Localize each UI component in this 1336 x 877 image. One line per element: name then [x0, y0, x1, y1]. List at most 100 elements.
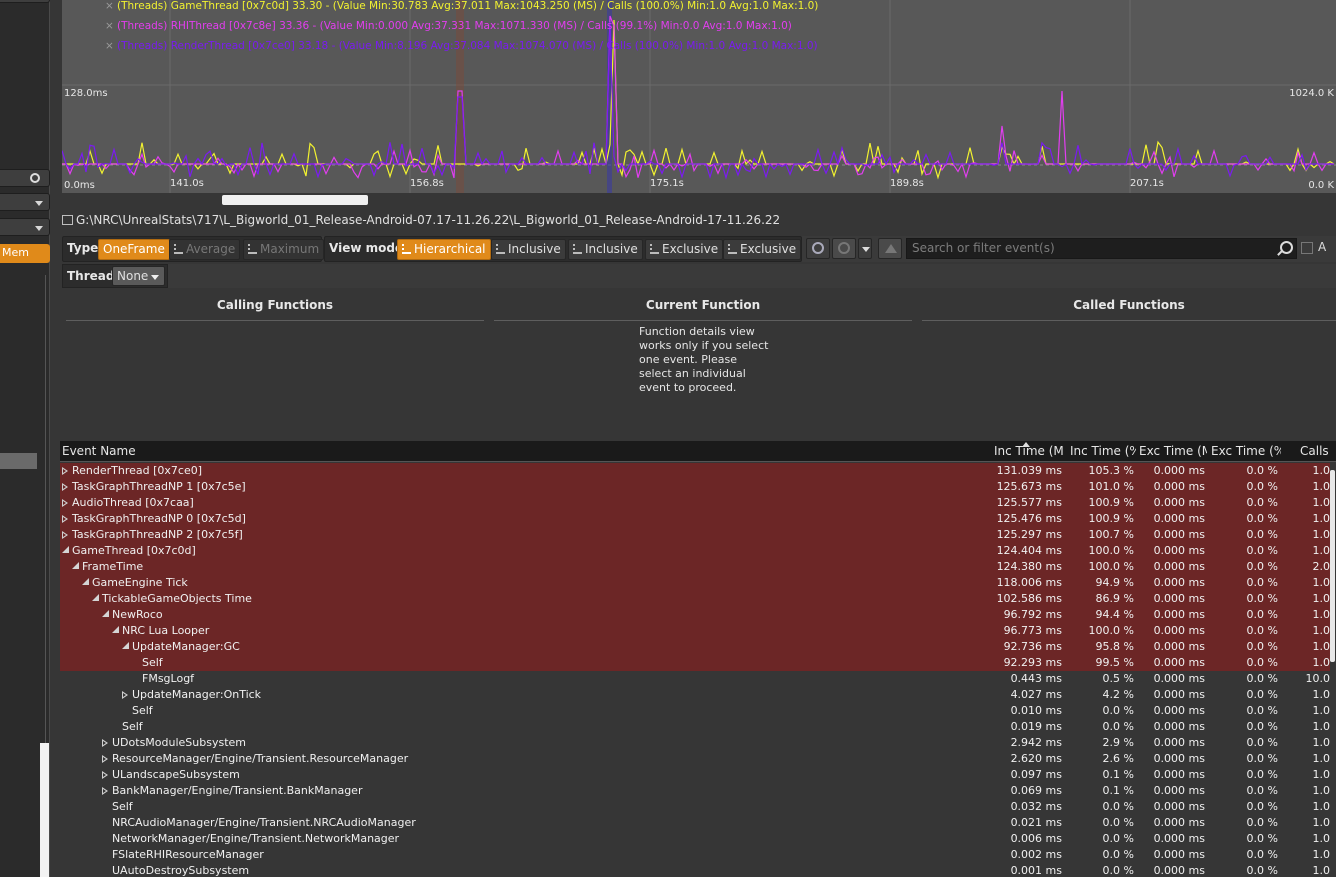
table-row[interactable]: TickableGameObjects Time 102.586 ms 86.9 %…: [60, 591, 1330, 607]
collapse-arrow-icon[interactable]: [92, 594, 99, 601]
thread-value: None: [117, 269, 149, 283]
history-dropdown[interactable]: [858, 238, 872, 259]
table-row[interactable]: TaskGraphThreadNP 1 [0x7c5e] 125.673 ms 10…: [60, 479, 1330, 495]
table-row[interactable]: NRC Lua Looper 96.773 ms 100.0 % 0.000 ms 0.…: [60, 623, 1330, 639]
hierarchical-button[interactable]: Hierarchical: [397, 239, 491, 260]
collapse-arrow-icon[interactable]: [72, 562, 79, 569]
graph-scroll-thumb[interactable]: [222, 195, 368, 205]
type-group: Type OneFrame Average Maximum: [62, 236, 325, 262]
table-row[interactable]: ULandscapeSubsystem 0.097 ms 0.1 % 0.000 ms…: [60, 767, 1330, 783]
exclusive-flat-button[interactable]: Exclusive: [645, 239, 724, 260]
maximum-button[interactable]: Maximum: [243, 239, 325, 260]
table-row[interactable]: RenderThread [0x7ce0] 131.039 ms 105.3 % 0.…: [60, 463, 1330, 479]
left-top-control[interactable]: [0, 0, 50, 3]
col-event-name[interactable]: Event Name: [62, 444, 962, 458]
col-inc-time-ms[interactable]: Inc Time (MS: [994, 444, 1064, 458]
checkbox[interactable]: [1301, 242, 1313, 254]
event-name: UpdateManager:GC: [132, 640, 240, 653]
expand-arrow-icon[interactable]: [62, 467, 68, 475]
cell-calls: 1.0: [1312, 736, 1331, 749]
cell-inc-time-pct: 2.6 %: [1102, 752, 1134, 765]
cell-exc-time-ms: 0.000 ms: [1153, 720, 1205, 733]
inclusive-hier-button[interactable]: Inclusive: [568, 239, 643, 260]
close-icon[interactable]: ×: [105, 40, 114, 52]
inclusive-flat-button[interactable]: Inclusive: [491, 239, 566, 260]
table-row[interactable]: UDotsModuleSubsystem 2.942 ms 2.9 % 0.000 m…: [60, 735, 1330, 751]
table-row[interactable]: UpdateManager:OnTick 4.027 ms 4.2 % 0.000 m…: [60, 687, 1330, 703]
table-row[interactable]: TaskGraphThreadNP 0 [0x7c5d] 125.476 ms 10…: [60, 511, 1330, 527]
history-button[interactable]: [832, 238, 856, 259]
table-row[interactable]: NRCAudioManager/Engine/Transient.NRCAudi…: [60, 815, 1330, 831]
expand-arrow-icon[interactable]: [102, 787, 108, 795]
table-row[interactable]: GameThread [0x7c0d] 124.404 ms 100.0 % 0.00…: [60, 543, 1330, 559]
table-row[interactable]: FMsgLogf 0.443 ms 0.5 % 0.000 ms 0.0 % 10.0: [60, 671, 1330, 687]
cell-calls: 1.0: [1312, 656, 1331, 669]
exclusive-hier-button[interactable]: Exclusive: [723, 239, 802, 260]
x-tick-label: 141.0s: [170, 178, 204, 189]
table-row[interactable]: BankManager/Engine/Transient.BankManager…: [60, 783, 1330, 799]
left-dropdown-1[interactable]: [0, 193, 50, 211]
collapse-arrow-icon[interactable]: [62, 546, 69, 553]
table-row[interactable]: Self 0.019 ms 0.0 % 0.000 ms 0.0 % 1.0: [60, 719, 1330, 735]
table-row[interactable]: TaskGraphThreadNP 2 [0x7c5f] 125.297 ms 10…: [60, 527, 1330, 543]
expand-arrow-icon[interactable]: [102, 739, 108, 747]
col-calls[interactable]: Calls: [1300, 444, 1336, 458]
thread-dropdown[interactable]: None: [112, 266, 165, 286]
table-row[interactable]: NetworkManager/Engine/Transient.NetworkM…: [60, 831, 1330, 847]
cell-inc-time-ms: 125.673 ms: [996, 480, 1062, 493]
expand-arrow-icon[interactable]: [62, 499, 68, 507]
cell-exc-time-pct: 0.0 %: [1246, 480, 1278, 493]
average-button[interactable]: Average: [169, 239, 241, 260]
close-icon[interactable]: ×: [105, 20, 114, 32]
table-row[interactable]: UAutoDestroySubsystem 0.001 ms 0.0 % 0.000 …: [60, 863, 1330, 877]
left-mem-button[interactable]: Mem: [0, 244, 50, 263]
filter-button[interactable]: [878, 238, 902, 259]
expand-arrow-icon[interactable]: [62, 531, 68, 539]
table-row[interactable]: FrameTime 124.380 ms 100.0 % 0.000 ms 0.0 % 2…: [60, 559, 1330, 575]
collapse-arrow-icon[interactable]: [82, 578, 89, 585]
close-icon[interactable]: ×: [105, 0, 114, 12]
table-scrollbar[interactable]: [1330, 470, 1335, 662]
table-row[interactable]: GameEngine Tick 118.006 ms 94.9 % 0.000 ms 0…: [60, 575, 1330, 591]
expand-arrow-icon[interactable]: [62, 483, 68, 491]
table-row[interactable]: ResourceManager/Engine/Transient.Resourc…: [60, 751, 1330, 767]
cell-exc-time-pct: 0.0 %: [1246, 704, 1278, 717]
table-row[interactable]: Self 92.293 ms 99.5 % 0.000 ms 0.0 % 1.0: [60, 655, 1330, 671]
x-tick-label: 175.1s: [650, 178, 684, 189]
cell-calls: 2.0: [1312, 560, 1331, 573]
cell-inc-time-ms: 0.021 ms: [1010, 816, 1062, 829]
left-slider-track[interactable]: [0, 453, 37, 469]
search-input[interactable]: Search or filter event(s): [906, 238, 1297, 259]
chart-icon: [496, 244, 505, 254]
left-scrollbar[interactable]: [40, 743, 49, 877]
table-row[interactable]: UpdateManager:GC 92.736 ms 95.8 % 0.000 ms 0…: [60, 639, 1330, 655]
legend-label: (Threads) RHIThread [0x7c8e] 33.36 - (Va…: [117, 20, 792, 32]
col-exc-time-pct[interactable]: Exc Time (%): [1211, 444, 1281, 458]
collapse-arrow-icon[interactable]: [112, 626, 119, 633]
cell-inc-time-ms: 2.620 ms: [1010, 752, 1062, 765]
search-icon[interactable]: [1280, 241, 1293, 254]
table-row[interactable]: FSlateRHIResourceManager 0.002 ms 0.0 % 0.0…: [60, 847, 1330, 863]
collapse-arrow-icon[interactable]: [122, 642, 129, 649]
table-row[interactable]: Self 0.032 ms 0.0 % 0.000 ms 0.0 % 1.0: [60, 799, 1330, 815]
cell-exc-time-ms: 0.000 ms: [1153, 816, 1205, 829]
expand-arrow-icon[interactable]: [102, 771, 108, 779]
thread-graph[interactable]: × (Threads) GameThread [0x7c0d] 33.30 - …: [62, 0, 1336, 193]
expand-arrow-icon[interactable]: [102, 755, 108, 763]
left-search-button[interactable]: [0, 169, 50, 187]
expand-arrow-icon[interactable]: [62, 515, 68, 523]
collapse-arrow-icon[interactable]: [102, 610, 109, 617]
table-row[interactable]: Self 0.010 ms 0.0 % 0.000 ms 0.0 % 1.0: [60, 703, 1330, 719]
table-row[interactable]: AudioThread [0x7caa] 125.577 ms 100.9 % 0.0…: [60, 495, 1330, 511]
expand-arrow-icon[interactable]: [122, 691, 128, 699]
cell-exc-time-pct: 0.0 %: [1246, 496, 1278, 509]
table-row[interactable]: NewRoco 96.792 ms 94.4 % 0.000 ms 0.0 % 1.0: [60, 607, 1330, 623]
cell-inc-time-pct: 0.0 %: [1102, 800, 1134, 813]
col-exc-time-ms[interactable]: Exc Time (MS: [1139, 444, 1207, 458]
exclusive-label: Exclusive: [662, 242, 719, 256]
refresh-button[interactable]: [806, 238, 830, 259]
oneframe-button[interactable]: OneFrame: [98, 239, 170, 260]
average-label: Average: [186, 242, 236, 256]
left-dropdown-2[interactable]: [0, 218, 50, 236]
col-inc-time-pct[interactable]: Inc Time (%): [1070, 444, 1136, 458]
